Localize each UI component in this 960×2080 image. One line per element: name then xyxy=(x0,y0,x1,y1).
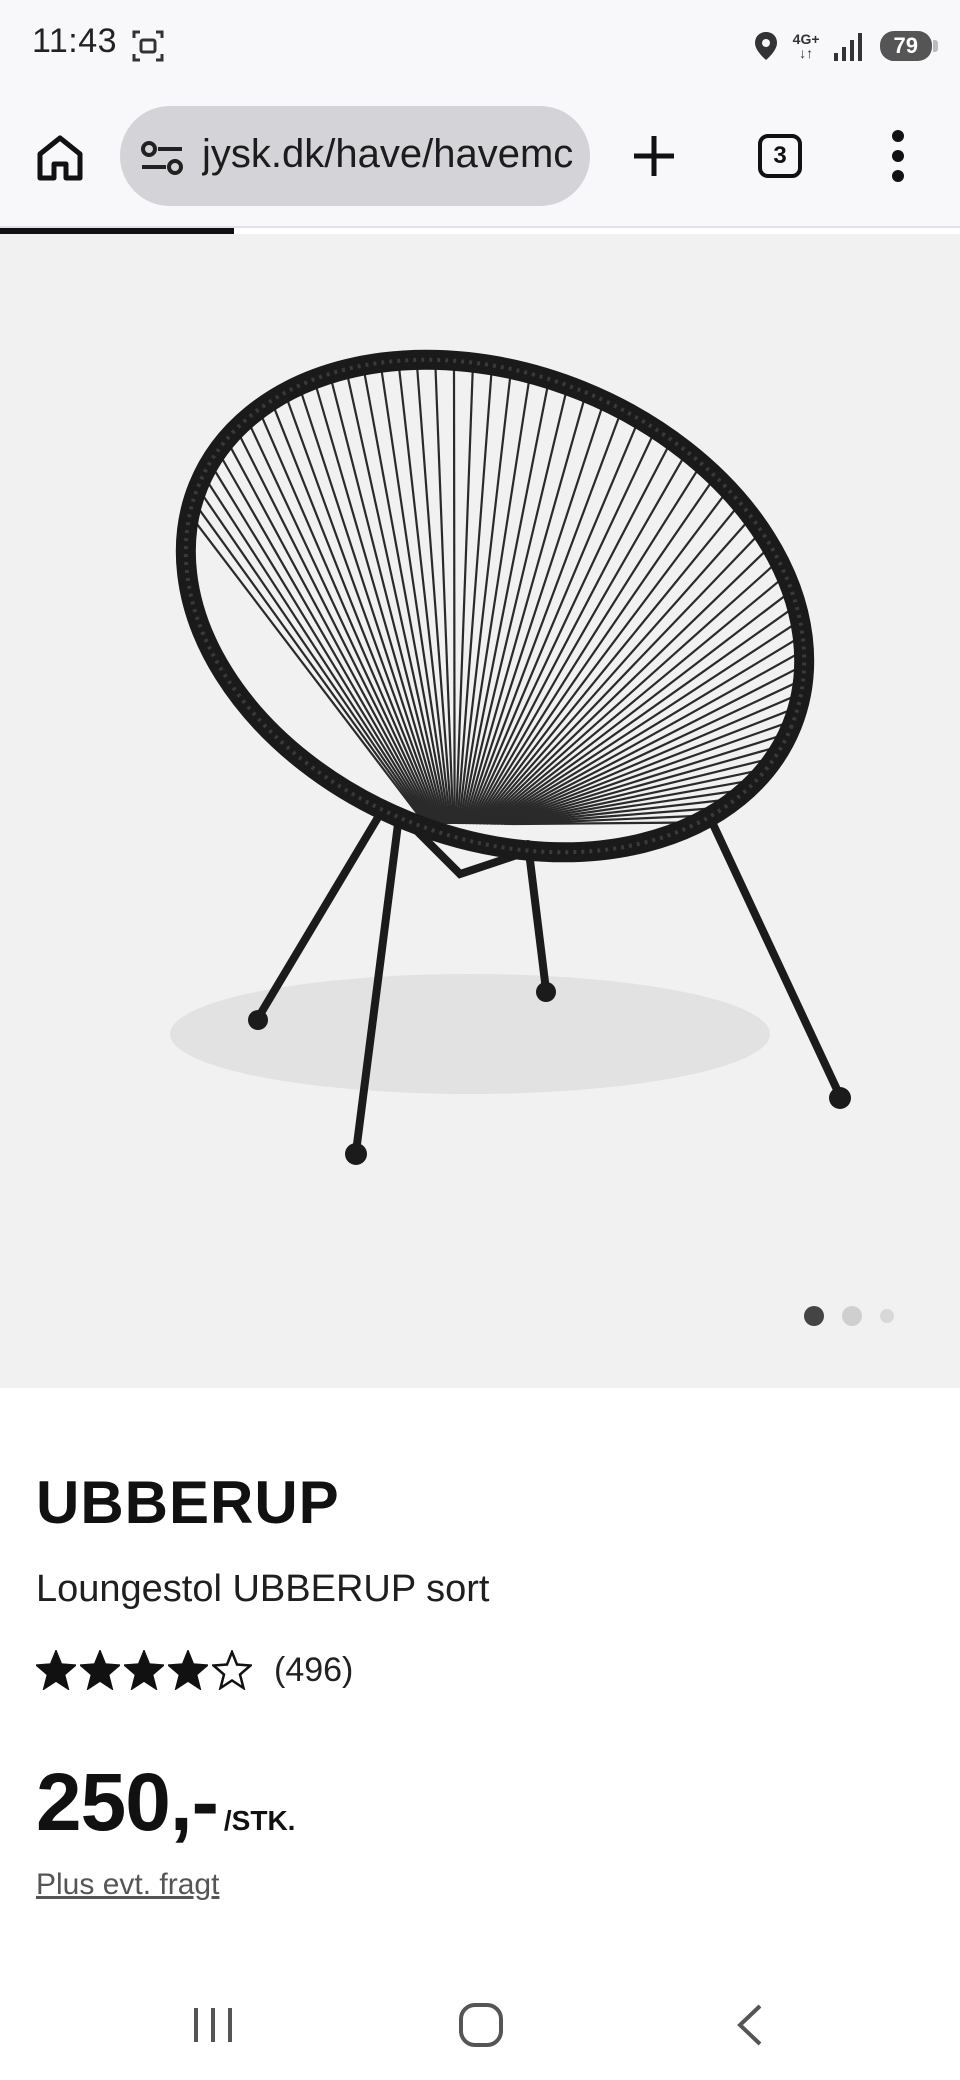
browser-toolbar: jysk.dk/have/havemc 3 xyxy=(0,92,960,228)
chair-string xyxy=(513,821,680,826)
url-text[interactable]: jysk.dk/have/havemc xyxy=(202,132,582,177)
chair-string xyxy=(471,458,684,825)
status-time: 11:43 xyxy=(32,22,118,60)
more-menu-icon[interactable] xyxy=(886,128,910,184)
tab-switcher-icon[interactable]: 3 xyxy=(758,134,802,178)
data-arrows-icon: ↓↑ xyxy=(799,45,814,61)
rating-stars xyxy=(36,1650,252,1690)
network-indicator: 4G+ ↓↑ xyxy=(793,32,820,60)
system-nav-bar xyxy=(0,1960,960,2080)
screenshot-icon xyxy=(132,30,164,62)
status-bar: 11:43 4G+ ↓↑ 79 xyxy=(0,0,960,92)
chair-string xyxy=(249,425,438,825)
price-unit: /STK. xyxy=(223,1805,296,1836)
chair-string xyxy=(452,368,456,825)
gallery-dot-3[interactable] xyxy=(880,1309,894,1323)
new-tab-icon[interactable] xyxy=(630,132,678,180)
chair-string xyxy=(398,368,452,825)
tab-count: 3 xyxy=(773,142,787,169)
home-nav-icon[interactable] xyxy=(456,2000,506,2050)
star-full-icon xyxy=(168,1650,208,1690)
chair-string xyxy=(229,446,435,825)
signal-icon xyxy=(833,33,862,61)
gallery-dot-2[interactable] xyxy=(842,1306,862,1326)
star-full-icon xyxy=(124,1650,164,1690)
recent-apps-icon[interactable] xyxy=(188,2000,238,2050)
product-image xyxy=(170,349,851,1165)
product-rating[interactable]: (496) xyxy=(36,1650,353,1690)
back-icon[interactable] xyxy=(726,2000,776,2050)
chair-string xyxy=(239,435,436,825)
shipping-info-link[interactable]: Plus evt. fragt xyxy=(36,1868,219,1902)
product-price: 250,- /STK. xyxy=(36,1756,295,1850)
star-full-icon xyxy=(36,1650,76,1690)
review-count[interactable]: (496) xyxy=(274,1651,353,1690)
product-brand: UBBERUP xyxy=(36,1469,340,1536)
star-empty-icon xyxy=(212,1650,252,1690)
url-bar[interactable]: jysk.dk/have/havemc xyxy=(120,106,590,206)
chair-string xyxy=(300,392,444,825)
network-type: 4G+ xyxy=(792,31,820,47)
star-full-icon xyxy=(80,1650,120,1690)
gallery-pagination[interactable] xyxy=(804,1306,894,1326)
battery-icon: 79 xyxy=(879,31,939,61)
home-icon[interactable] xyxy=(34,132,86,184)
chair-string xyxy=(330,381,446,825)
site-settings-icon[interactable] xyxy=(140,140,184,176)
status-icons: 4G+ ↓↑ 79 xyxy=(753,24,939,68)
product-name: Loungestol UBBERUP sort xyxy=(36,1568,490,1610)
gallery-dot-1[interactable] xyxy=(804,1306,824,1326)
chair-string xyxy=(466,416,621,825)
battery-level: 79 xyxy=(893,33,918,58)
price-value: 250,- xyxy=(36,1757,219,1848)
product-image-gallery[interactable] xyxy=(0,234,960,1388)
location-icon xyxy=(754,32,777,60)
